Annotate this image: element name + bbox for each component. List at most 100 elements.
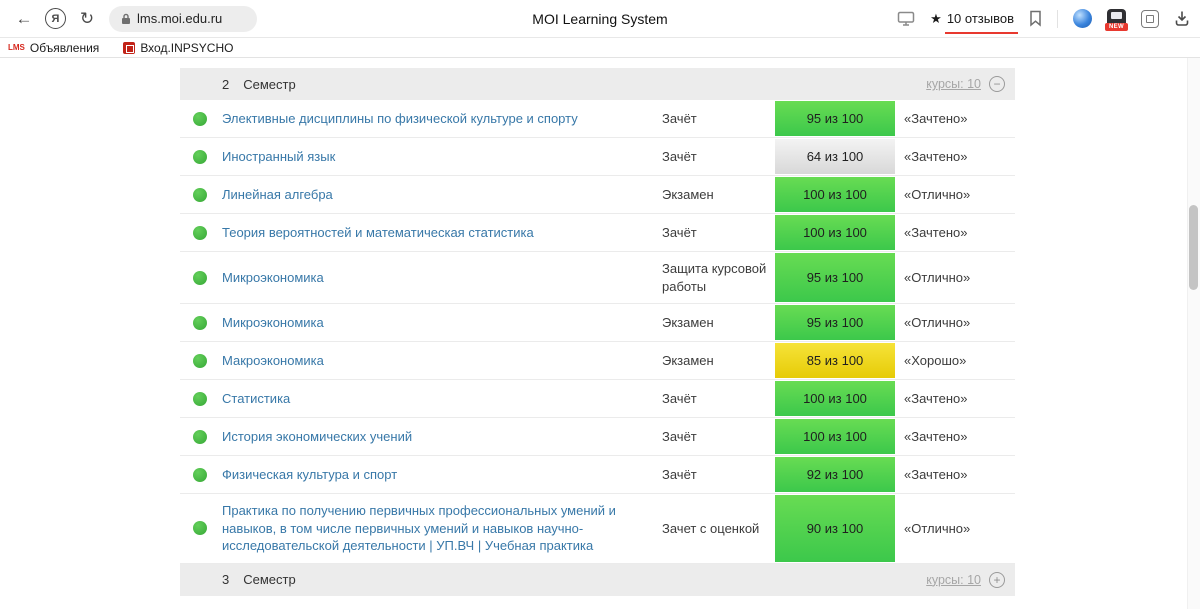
course-link[interactable]: История экономических учений bbox=[222, 428, 412, 446]
gradebook-table: 2 Семестр курсы: 10 − Элективные дисципл… bbox=[180, 68, 1015, 596]
status-dot-icon bbox=[193, 226, 207, 240]
bookmarks-bar: LMS Объявления Вход.INPSYCHO bbox=[0, 38, 1200, 58]
monitor-icon[interactable] bbox=[897, 11, 915, 26]
courses-count-link[interactable]: курсы: 10 bbox=[926, 573, 981, 587]
status-cell bbox=[180, 418, 214, 455]
status-cell bbox=[180, 214, 214, 251]
grade-text: «Зачтено» bbox=[895, 138, 1015, 175]
score-badge: 90 из 100 bbox=[775, 495, 895, 562]
exam-type: Экзамен bbox=[655, 304, 775, 341]
exam-type: Зачёт bbox=[655, 418, 775, 455]
semester-header-2: 2 Семестр курсы: 10 − bbox=[180, 68, 1015, 100]
toolbar-right-cluster: ★ 10 отзывов NEW bbox=[897, 9, 1190, 28]
table-row: Практика по получению первичных професси… bbox=[180, 494, 1015, 564]
score-cell: 95 из 100 bbox=[775, 304, 895, 341]
course-cell: Статистика bbox=[214, 380, 655, 417]
course-link[interactable]: Физическая культура и спорт bbox=[222, 466, 397, 484]
site-reviews[interactable]: ★ 10 отзывов bbox=[930, 11, 1014, 27]
extension-cards-icon[interactable] bbox=[1141, 10, 1159, 28]
course-cell: Практика по получению первичных професси… bbox=[214, 494, 655, 563]
score-badge: 95 из 100 bbox=[775, 101, 895, 136]
back-icon[interactable]: ← bbox=[10, 9, 38, 29]
exam-type: Зачёт bbox=[655, 214, 775, 251]
bookmark-flag-icon[interactable] bbox=[1029, 10, 1042, 27]
status-cell bbox=[180, 304, 214, 341]
score-cell: 90 из 100 bbox=[775, 494, 895, 563]
grade-text: «Зачтено» bbox=[895, 214, 1015, 251]
exam-type: Защита курсовой работы bbox=[655, 252, 775, 303]
grade-text: «Зачтено» bbox=[895, 418, 1015, 455]
course-link[interactable]: Микроэкономика bbox=[222, 269, 324, 287]
score-badge: 85 из 100 bbox=[775, 343, 895, 378]
course-link[interactable]: Теория вероятностей и математическая ста… bbox=[222, 224, 534, 242]
status-cell bbox=[180, 252, 214, 303]
course-link[interactable]: Микроэкономика bbox=[222, 314, 324, 332]
courses-count-link[interactable]: курсы: 10 bbox=[926, 77, 981, 91]
score-badge: 64 из 100 bbox=[775, 139, 895, 174]
semester-label: Семестр bbox=[243, 77, 295, 92]
downloads-icon[interactable] bbox=[1174, 10, 1190, 27]
status-dot-icon bbox=[193, 521, 207, 535]
refresh-icon[interactable]: ↻ bbox=[73, 9, 101, 29]
grade-text: «Отлично» bbox=[895, 494, 1015, 563]
score-badge: 95 из 100 bbox=[775, 253, 895, 302]
score-cell: 85 из 100 bbox=[775, 342, 895, 379]
status-dot-icon bbox=[193, 392, 207, 406]
scrollbar-thumb[interactable] bbox=[1189, 205, 1198, 290]
score-cell: 64 из 100 bbox=[775, 138, 895, 175]
course-link[interactable]: Практика по получению первичных професси… bbox=[222, 502, 645, 555]
extension-globe-icon[interactable] bbox=[1073, 9, 1092, 28]
course-cell: Иностранный язык bbox=[214, 138, 655, 175]
bookmark-label: Вход.INPSYCHO bbox=[140, 41, 233, 55]
score-badge: 100 из 100 bbox=[775, 419, 895, 454]
grade-text: «Хорошо» bbox=[895, 342, 1015, 379]
grade-text: «Отлично» bbox=[895, 304, 1015, 341]
inpsycho-favicon bbox=[123, 42, 135, 54]
semester-label: Семестр bbox=[243, 572, 295, 587]
bookmark-item-announcements[interactable]: LMS Объявления bbox=[8, 41, 99, 55]
grade-text: «Зачтено» bbox=[895, 380, 1015, 417]
semester-header-right: курсы: 10 + bbox=[926, 572, 1015, 588]
grade-text: «Отлично» bbox=[895, 176, 1015, 213]
score-badge: 100 из 100 bbox=[775, 177, 895, 212]
browser-toolbar: ← Я ↻ lms.moi.edu.ru MOI Learning System… bbox=[0, 0, 1200, 38]
status-dot-icon bbox=[193, 316, 207, 330]
course-link[interactable]: Линейная алгебра bbox=[222, 186, 333, 204]
table-row: Теория вероятностей и математическая ста… bbox=[180, 214, 1015, 252]
status-cell bbox=[180, 176, 214, 213]
course-link[interactable]: Макроэкономика bbox=[222, 352, 324, 370]
extension-new-icon[interactable]: NEW bbox=[1107, 9, 1126, 28]
course-link[interactable]: Иностранный язык bbox=[222, 148, 335, 166]
scrollbar-track[interactable] bbox=[1187, 58, 1200, 609]
table-row: Физическая культура и спорт Зачёт 92 из … bbox=[180, 456, 1015, 494]
browser-logo-icon[interactable]: Я bbox=[45, 8, 66, 29]
score-cell: 95 из 100 bbox=[775, 252, 895, 303]
reviews-underline bbox=[945, 32, 1018, 34]
table-row: Макроэкономика Экзамен 85 из 100 «Хорошо… bbox=[180, 342, 1015, 380]
score-badge: 92 из 100 bbox=[775, 457, 895, 492]
status-dot-icon bbox=[193, 430, 207, 444]
bookmark-item-inpsycho[interactable]: Вход.INPSYCHO bbox=[123, 41, 233, 55]
course-link[interactable]: Элективные дисциплины по физической куль… bbox=[222, 110, 578, 128]
course-link[interactable]: Статистика bbox=[222, 390, 290, 408]
status-cell bbox=[180, 494, 214, 563]
status-dot-icon bbox=[193, 112, 207, 126]
score-cell: 100 из 100 bbox=[775, 214, 895, 251]
status-dot-icon bbox=[193, 150, 207, 164]
status-dot-icon bbox=[193, 354, 207, 368]
status-cell bbox=[180, 456, 214, 493]
page-content: 2 Семестр курсы: 10 − Элективные дисципл… bbox=[0, 58, 1200, 609]
semester-header-right: курсы: 10 − bbox=[926, 76, 1015, 92]
address-bar[interactable]: lms.moi.edu.ru bbox=[109, 6, 257, 32]
reviews-label: 10 отзывов bbox=[947, 11, 1014, 26]
score-badge: 100 из 100 bbox=[775, 215, 895, 250]
status-cell bbox=[180, 342, 214, 379]
expand-icon[interactable]: + bbox=[989, 572, 1005, 588]
table-row: История экономических учений Зачёт 100 и… bbox=[180, 418, 1015, 456]
score-badge: 95 из 100 bbox=[775, 305, 895, 340]
status-cell bbox=[180, 380, 214, 417]
exam-type: Зачёт bbox=[655, 138, 775, 175]
collapse-icon[interactable]: − bbox=[989, 76, 1005, 92]
status-dot-icon bbox=[193, 271, 207, 285]
table-row: Линейная алгебра Экзамен 100 из 100 «Отл… bbox=[180, 176, 1015, 214]
